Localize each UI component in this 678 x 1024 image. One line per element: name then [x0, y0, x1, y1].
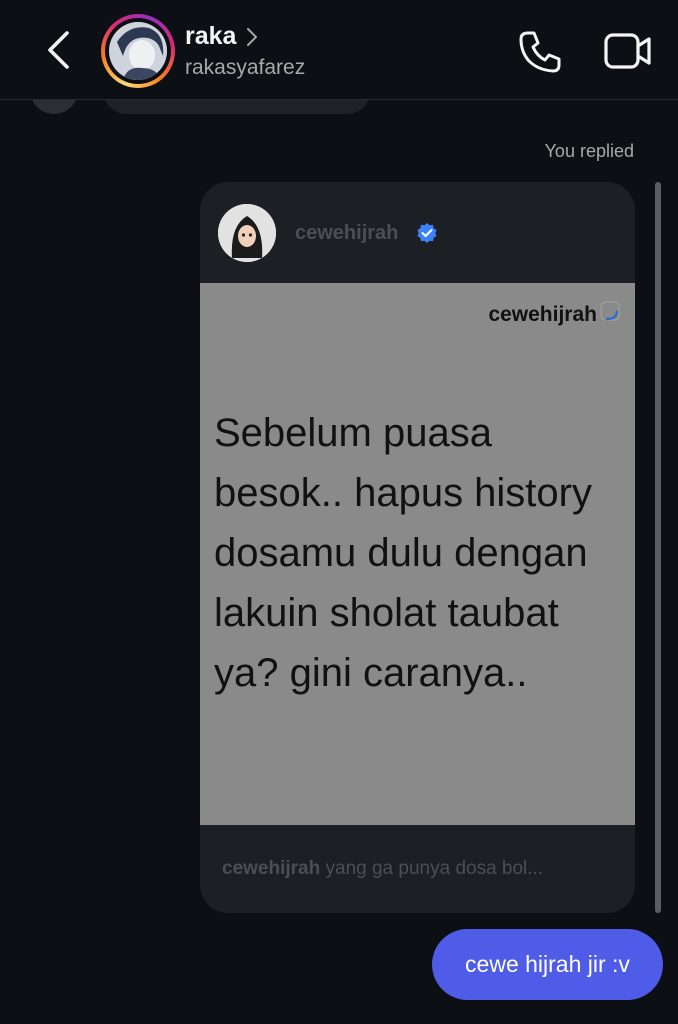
- shared-post-header: cewehijrah: [200, 182, 635, 283]
- video-camera-icon: [604, 33, 651, 69]
- chevron-left-icon: [48, 31, 69, 69]
- caption-username: cewehijrah: [222, 858, 321, 879]
- scrollbar[interactable]: [655, 182, 661, 913]
- verified-outline-icon: [600, 301, 620, 321]
- caption-text: yang ga punya dosa bol...: [325, 858, 544, 879]
- avatar-photo: [109, 22, 167, 80]
- sent-message-bubble[interactable]: cewe hijrah jir :v: [432, 929, 663, 1000]
- image-watermark: cewehijrah: [488, 301, 621, 327]
- video-call-button[interactable]: [603, 30, 653, 72]
- profile-avatar[interactable]: [101, 14, 175, 88]
- contact-name-row[interactable]: raka: [185, 22, 258, 51]
- shared-post-card[interactable]: cewehijrah cewehijrah Sebelum puasa beso…: [200, 182, 635, 913]
- image-body-text: Sebelum puasa besok.. hapus history dosa…: [214, 411, 592, 695]
- contact-name: raka: [185, 22, 237, 50]
- reply-label: You replied: [544, 141, 634, 161]
- chat-header: raka rakasyafarez: [0, 0, 678, 100]
- back-button[interactable]: [38, 28, 78, 72]
- verified-badge-icon: [417, 223, 437, 243]
- post-author-avatar[interactable]: [218, 204, 276, 262]
- contact-username: rakasyafarez: [185, 56, 306, 79]
- chevron-right-icon: [247, 27, 258, 46]
- shared-post-caption: cewehijrah yang ga punya dosa bol...: [222, 858, 622, 880]
- audio-call-button[interactable]: [516, 28, 564, 76]
- image-handle-text: cewehijrah: [488, 303, 597, 326]
- shared-post-image[interactable]: cewehijrah Sebelum puasa besok.. hapus h…: [200, 283, 635, 825]
- phone-icon: [519, 31, 561, 73]
- sent-message-text: cewe hijrah jir :v: [465, 951, 630, 977]
- post-author-username[interactable]: cewehijrah: [295, 222, 398, 245]
